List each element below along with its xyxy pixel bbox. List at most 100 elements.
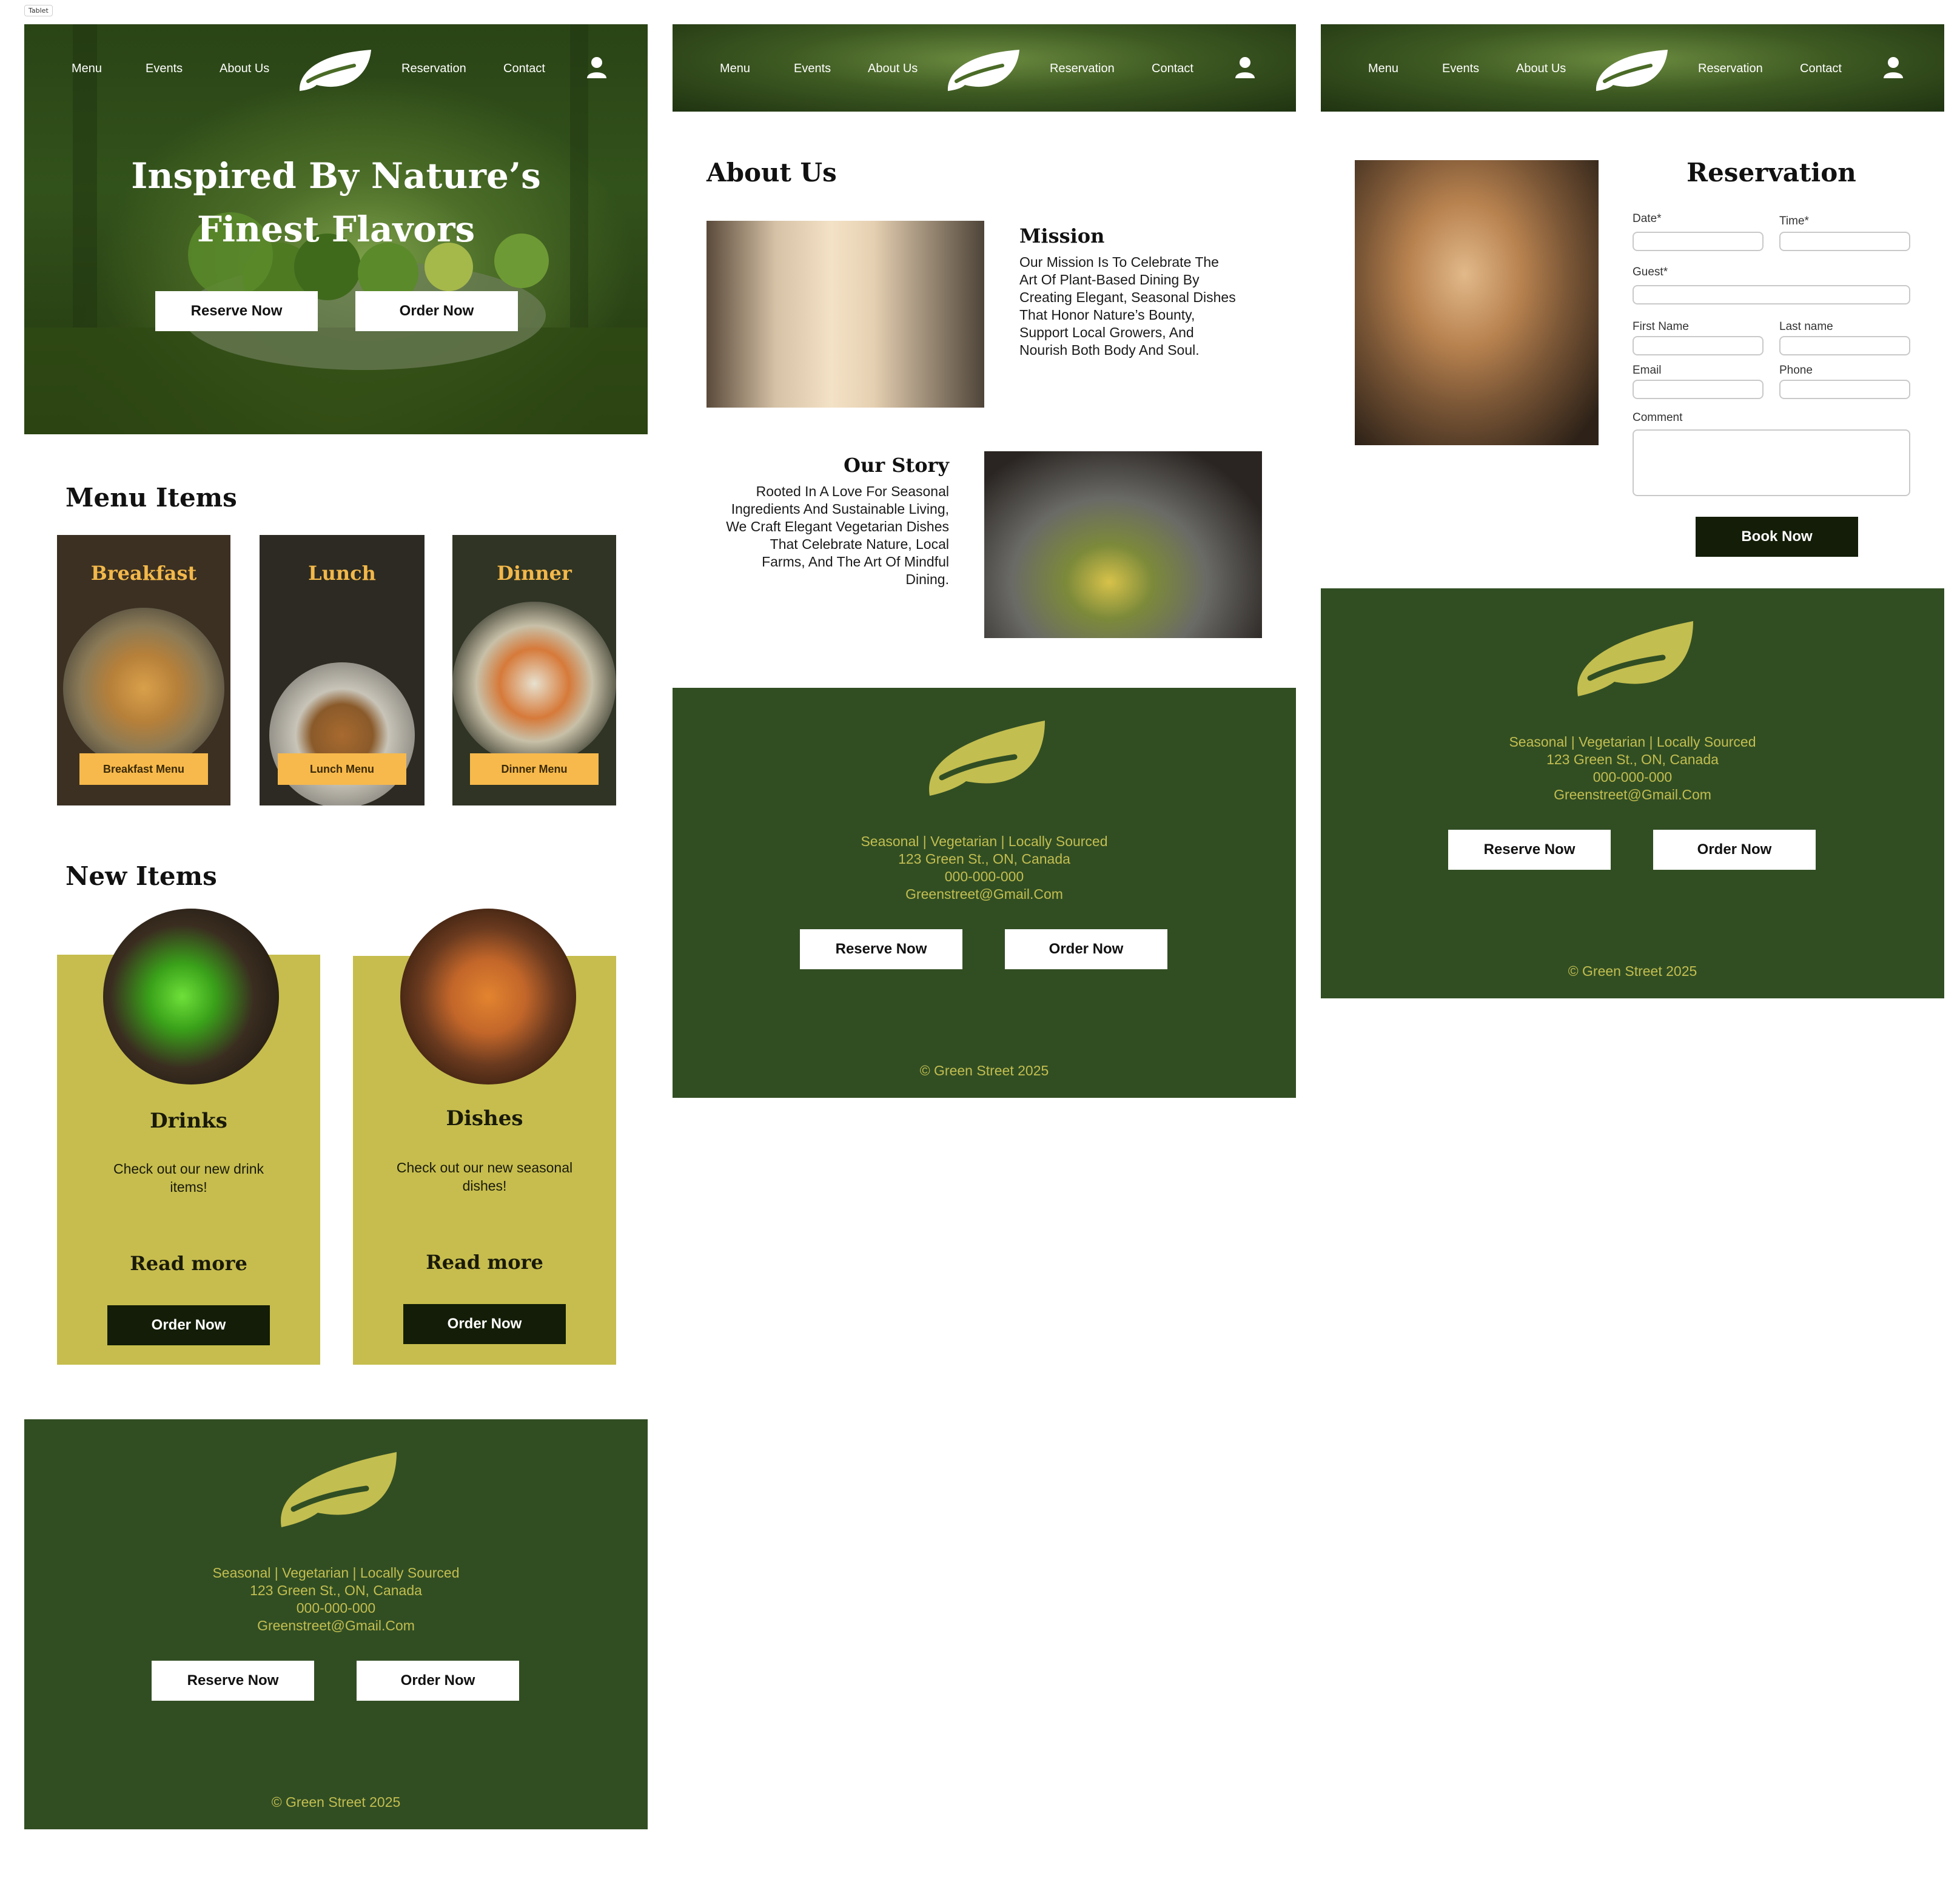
new-item-title: Drinks <box>150 1109 227 1133</box>
nav-about[interactable]: About Us <box>868 62 918 76</box>
footer-email[interactable]: Greenstreet@Gmail.Com <box>24 1618 648 1634</box>
menu-card-dinner[interactable]: Dinner Dinner Menu <box>452 535 616 805</box>
new-item-description: Check out our new drink items! <box>113 1161 264 1195</box>
footer-address: 123 Green St., ON, Canada <box>898 851 1070 867</box>
nav-menu[interactable]: Menu <box>720 62 750 76</box>
footer-leaf-logo-icon <box>929 721 1045 796</box>
mission-line: Creating Elegant, Seasonal Dishes <box>1019 289 1236 305</box>
footer: Seasonal | Vegetarian | Locally Sourced … <box>1321 588 1944 998</box>
user-icon[interactable] <box>586 56 608 79</box>
footer-email[interactable]: Greenstreet@Gmail.Com <box>673 886 1296 903</box>
footer-tagline: Seasonal | Vegetarian | Locally Sourced <box>1509 734 1756 750</box>
book-now-button[interactable]: Book Now <box>1696 517 1858 557</box>
dinner-menu-button[interactable]: Dinner Menu <box>470 753 599 785</box>
nav-events[interactable]: Events <box>1442 62 1479 76</box>
footer-leaf-logo-icon <box>1577 621 1693 696</box>
nav-menu[interactable]: Menu <box>1368 62 1398 76</box>
mission-line: Our Mission Is To Celebrate The <box>1019 254 1219 270</box>
nav-events[interactable]: Events <box>146 62 183 76</box>
mission-line: That Honor Nature’s Bounty, <box>1019 307 1195 323</box>
user-icon[interactable] <box>1882 56 1904 79</box>
breakfast-plate-image <box>63 608 224 769</box>
first-name-label: First Name <box>1633 320 1689 333</box>
date-label: Date* <box>1633 212 1662 225</box>
footer-order-button[interactable]: Order Now <box>1653 830 1816 870</box>
footer: Seasonal | Vegetarian | Locally Sourced … <box>24 1419 648 1829</box>
nav-reservation[interactable]: Reservation <box>401 62 466 76</box>
leaf-logo-icon[interactable] <box>296 47 372 92</box>
last-name-label: Last name <box>1779 320 1833 333</box>
leaf-logo-icon[interactable] <box>944 47 1021 92</box>
date-input[interactable] <box>1633 232 1764 251</box>
footer-order-button[interactable]: Order Now <box>357 1661 519 1701</box>
mission-photo <box>706 221 984 408</box>
reservation-title: Reservation <box>1686 158 1856 187</box>
footer: Seasonal | Vegetarian | Locally Sourced … <box>673 688 1296 1098</box>
hero-order-button[interactable]: Order Now <box>355 291 518 331</box>
menu-card-lunch[interactable]: Lunch Lunch Menu <box>260 535 425 805</box>
email-label: Email <box>1633 364 1662 377</box>
hero-title-line1: Inspired By Nature’s <box>131 155 541 197</box>
phone-input[interactable] <box>1779 380 1910 399</box>
time-input[interactable] <box>1779 232 1910 251</box>
nav-about[interactable]: About Us <box>220 62 269 76</box>
menu-card-breakfast[interactable]: Breakfast Breakfast Menu <box>57 535 230 805</box>
new-item-description: Check out our new seasonal dishes! <box>396 1160 573 1194</box>
reservation-page: Menu Events About Us Reservation Contact… <box>1321 24 1944 998</box>
breakfast-menu-button[interactable]: Breakfast Menu <box>79 753 208 785</box>
dinner-plate-image <box>452 602 616 765</box>
footer-copyright: © Green Street 2025 <box>919 1063 1049 1078</box>
nav-reservation[interactable]: Reservation <box>1050 62 1115 76</box>
footer-email[interactable]: Greenstreet@Gmail.Com <box>1321 787 1944 803</box>
main-nav: Menu Events About Us Reservation Contact <box>1321 24 1944 112</box>
hero-title-line2: Finest Flavors <box>196 209 475 250</box>
read-more-link[interactable]: Read more <box>353 1251 616 1274</box>
footer-tagline: Seasonal | Vegetarian | Locally Sourced <box>861 833 1108 849</box>
reservation-photo <box>1355 160 1599 445</box>
nav-contact[interactable]: Contact <box>503 62 545 76</box>
mission-title: Mission <box>1019 224 1105 247</box>
footer-order-button[interactable]: Order Now <box>1005 929 1167 969</box>
nav-menu[interactable]: Menu <box>72 62 102 76</box>
nav-contact[interactable]: Contact <box>1800 62 1842 76</box>
nav-events[interactable]: Events <box>794 62 831 76</box>
footer-copyright: © Green Street 2025 <box>271 1794 401 1810</box>
new-items-title: New Items <box>65 861 217 891</box>
read-more-link[interactable]: Read more <box>57 1252 320 1275</box>
mission-line: Support Local Growers, And <box>1019 324 1194 340</box>
story-photo <box>984 451 1262 638</box>
comment-label: Comment <box>1633 411 1683 424</box>
menu-card-title: Breakfast <box>90 562 197 585</box>
time-label: Time* <box>1779 215 1809 227</box>
hero-reserve-button[interactable]: Reserve Now <box>155 291 318 331</box>
story-line: Rooted In A Love For Seasonal <box>756 483 949 499</box>
nav-reservation[interactable]: Reservation <box>1698 62 1763 76</box>
menu-card-title: Dinner <box>497 562 572 585</box>
comment-textarea[interactable] <box>1633 429 1910 496</box>
footer-reserve-button[interactable]: Reserve Now <box>1448 830 1611 870</box>
nav-about[interactable]: About Us <box>1516 62 1566 76</box>
email-input[interactable] <box>1633 380 1764 399</box>
dishes-order-button[interactable]: Order Now <box>403 1304 566 1344</box>
drinks-order-button[interactable]: Order Now <box>107 1305 270 1345</box>
guest-label: Guest* <box>1633 266 1668 278</box>
mission-text: Our Mission Is To Celebrate The Art Of P… <box>1019 254 1274 359</box>
story-title: Our Story <box>844 454 949 477</box>
footer-leaf-logo-icon <box>281 1452 397 1527</box>
guest-input[interactable] <box>1633 285 1910 304</box>
first-name-input[interactable] <box>1633 336 1764 355</box>
footer-reserve-button[interactable]: Reserve Now <box>800 929 962 969</box>
footer-phone: 000-000-000 <box>1592 769 1673 785</box>
story-line: We Craft Elegant Vegetarian Dishes <box>726 519 949 534</box>
about-title: About Us <box>706 158 837 187</box>
last-name-input[interactable] <box>1779 336 1910 355</box>
about-page: Menu Events About Us Reservation Contact… <box>673 24 1296 1098</box>
lunch-menu-button[interactable]: Lunch Menu <box>278 753 406 785</box>
nav-contact[interactable]: Contact <box>1152 62 1193 76</box>
story-text: Rooted In A Love For Seasonal Ingredient… <box>697 483 949 588</box>
menu-card-title: Lunch <box>308 562 376 585</box>
footer-reserve-button[interactable]: Reserve Now <box>152 1661 314 1701</box>
leaf-logo-icon[interactable] <box>1592 47 1669 92</box>
user-icon[interactable] <box>1234 56 1256 79</box>
drink-image <box>103 909 279 1084</box>
